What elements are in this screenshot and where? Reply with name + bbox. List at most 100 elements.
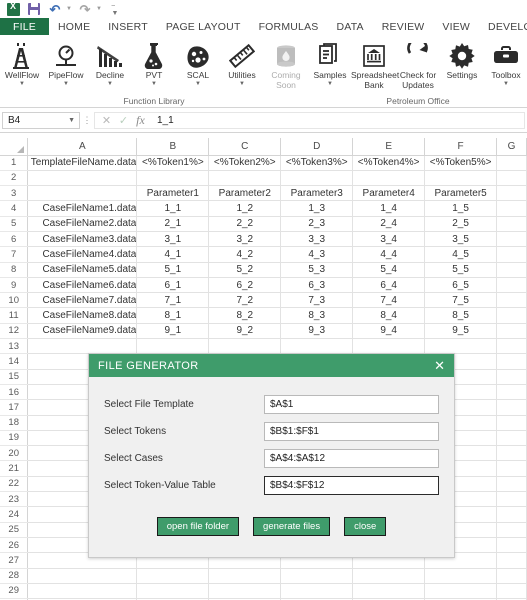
select-tokens-input[interactable]: $B$1:$F$1 (264, 422, 439, 441)
cell-A10[interactable]: CaseFileName7.data (27, 292, 138, 309)
cell-G15[interactable] (496, 369, 527, 385)
cell-A9[interactable]: CaseFileName6.data (27, 277, 138, 294)
cell-F8[interactable]: 5_5 (424, 262, 498, 278)
cell-E1[interactable]: <%Token4%> (352, 155, 426, 171)
cell-G9[interactable] (496, 277, 527, 294)
row-header-5[interactable]: 5 (0, 216, 29, 232)
cell-G25[interactable] (496, 522, 527, 538)
cell-B1[interactable]: <%Token1%> (136, 155, 210, 171)
cell-C2[interactable] (208, 170, 282, 187)
cell-D4[interactable]: 1_3 (280, 200, 354, 217)
tab-data[interactable]: DATA (328, 18, 373, 36)
name-box-dropdown-icon[interactable]: ▼ (68, 117, 75, 124)
table-row[interactable]: 13 (0, 338, 527, 355)
wellflow-button[interactable]: WellFlow ▼ (0, 39, 44, 96)
tab-formulas[interactable]: FORMULAS (250, 18, 328, 36)
cell-F5[interactable]: 2_5 (424, 216, 498, 232)
check-for-updates-button[interactable]: Check for Updates (396, 39, 440, 96)
table-row[interactable]: 11 CaseFileName8.data 8_1 8_2 8_3 8_4 8_5 (0, 307, 527, 324)
cell-G2[interactable] (496, 170, 527, 187)
row-header-1[interactable]: 1 (0, 155, 29, 171)
cancel-icon[interactable]: ✕ (98, 114, 115, 127)
cell-C13[interactable] (208, 338, 282, 355)
cell-C8[interactable]: 5_2 (208, 262, 282, 278)
cell-E7[interactable]: 4_4 (352, 246, 426, 263)
column-header-E[interactable]: E (352, 138, 426, 156)
row-header-11[interactable]: 11 (0, 307, 29, 324)
cell-G29[interactable] (496, 583, 527, 600)
row-header-26[interactable]: 26 (0, 537, 29, 554)
cell-A1[interactable]: TemplateFileName.data (27, 155, 138, 171)
column-header-G[interactable]: G (496, 138, 527, 156)
cell-F10[interactable]: 7_5 (424, 292, 498, 309)
column-header-D[interactable]: D (280, 138, 354, 156)
cell-G4[interactable] (496, 200, 527, 217)
cell-A13[interactable] (27, 338, 138, 355)
cell-G26[interactable] (496, 537, 527, 554)
tab-insert[interactable]: INSERT (99, 18, 157, 36)
row-header-27[interactable]: 27 (0, 552, 29, 569)
cell-G11[interactable] (496, 307, 527, 324)
table-row[interactable]: 8 CaseFileName5.data 5_1 5_2 5_3 5_4 5_5 (0, 262, 527, 278)
cell-F28[interactable] (424, 568, 498, 584)
row-header-2[interactable]: 2 (0, 170, 29, 187)
cell-B12[interactable]: 9_1 (136, 323, 210, 340)
row-header-19[interactable]: 19 (0, 430, 29, 447)
undo-dropdown-icon[interactable]: ▼ (66, 6, 72, 12)
cell-C9[interactable]: 6_2 (208, 277, 282, 294)
samples-dropdown-icon[interactable]: ▼ (327, 81, 333, 87)
fx-icon[interactable]: fx (132, 113, 149, 128)
cell-C6[interactable]: 3_2 (208, 231, 282, 248)
settings-button[interactable]: Settings (440, 39, 484, 96)
cell-E4[interactable]: 1_4 (352, 200, 426, 217)
cell-E10[interactable]: 7_4 (352, 292, 426, 309)
row-header-9[interactable]: 9 (0, 277, 29, 294)
row-header-22[interactable]: 22 (0, 476, 29, 493)
table-row[interactable]: 7 CaseFileName4.data 4_1 4_2 4_3 4_4 4_5 (0, 246, 527, 263)
row-header-23[interactable]: 23 (0, 491, 29, 508)
cell-B29[interactable] (136, 583, 210, 600)
cell-E29[interactable] (352, 583, 426, 600)
cell-D7[interactable]: 4_3 (280, 246, 354, 263)
select-file-template-input[interactable]: $A$1 (264, 395, 439, 414)
cell-D12[interactable]: 9_3 (280, 323, 354, 340)
cell-G24[interactable] (496, 506, 527, 523)
cell-E6[interactable]: 3_4 (352, 231, 426, 248)
cell-G22[interactable] (496, 476, 527, 493)
cell-E8[interactable]: 5_4 (352, 262, 426, 278)
cell-G8[interactable] (496, 262, 527, 278)
cell-F4[interactable]: 1_5 (424, 200, 498, 217)
tab-view[interactable]: VIEW (433, 18, 479, 36)
cell-F12[interactable]: 9_5 (424, 323, 498, 340)
cell-E2[interactable] (352, 170, 426, 187)
row-header-8[interactable]: 8 (0, 262, 29, 278)
table-row[interactable]: 6 CaseFileName3.data 3_1 3_2 3_3 3_4 3_5 (0, 231, 527, 248)
select-all-corner[interactable] (0, 138, 29, 156)
row-header-4[interactable]: 4 (0, 200, 29, 217)
tab-review[interactable]: REVIEW (373, 18, 434, 36)
cell-F3[interactable]: Parameter5 (424, 185, 498, 202)
cell-E11[interactable]: 8_4 (352, 307, 426, 324)
tab-home[interactable]: HOME (49, 18, 99, 36)
cell-C12[interactable]: 9_2 (208, 323, 282, 340)
toolbox-button[interactable]: Toolbox ▼ (484, 39, 527, 96)
table-row[interactable]: 9 CaseFileName6.data 6_1 6_2 6_3 6_4 6_5 (0, 277, 527, 294)
scal-button[interactable]: SCAL ▼ (176, 39, 220, 96)
cell-F9[interactable]: 6_5 (424, 277, 498, 294)
cell-C11[interactable]: 8_2 (208, 307, 282, 324)
pvt-button[interactable]: PVT ▼ (132, 39, 176, 96)
cell-D13[interactable] (280, 338, 354, 355)
cell-B13[interactable] (136, 338, 210, 355)
column-header-C[interactable]: C (208, 138, 282, 156)
cell-C4[interactable]: 1_2 (208, 200, 282, 217)
column-header-A[interactable]: A (27, 138, 138, 156)
row-header-24[interactable]: 24 (0, 506, 29, 523)
table-row[interactable]: 28 (0, 568, 527, 584)
cell-A2[interactable] (27, 170, 138, 187)
column-header-B[interactable]: B (136, 138, 210, 156)
cell-E5[interactable]: 2_4 (352, 216, 426, 232)
row-header-7[interactable]: 7 (0, 246, 29, 263)
cell-G12[interactable] (496, 323, 527, 340)
cell-G23[interactable] (496, 491, 527, 508)
cell-B8[interactable]: 5_1 (136, 262, 210, 278)
